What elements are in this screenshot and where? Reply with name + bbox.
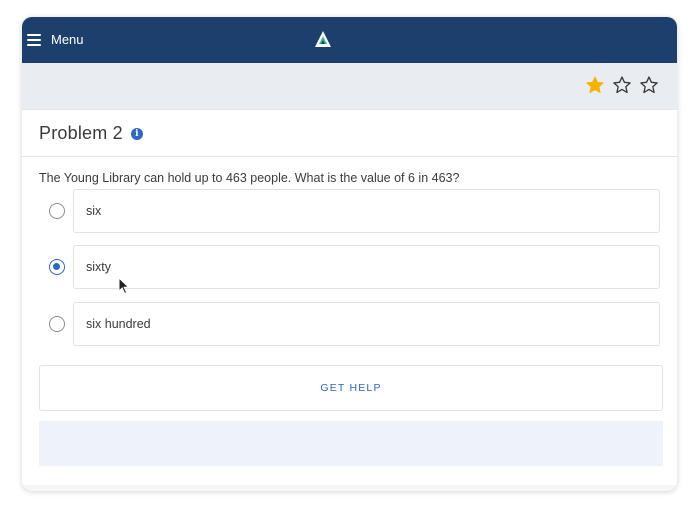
star-outline-icon[interactable] xyxy=(639,75,659,95)
radio-button-selected[interactable] xyxy=(49,259,65,275)
option-label: six hundred xyxy=(86,317,151,331)
question-text: The Young Library can hold up to 463 peo… xyxy=(39,171,460,185)
option-box[interactable]: sixty xyxy=(73,245,660,289)
get-help-button[interactable]: GET HELP xyxy=(39,365,663,411)
menu-label[interactable]: Menu xyxy=(51,32,84,47)
app-window: Menu Problem 2 i The Young Library can h… xyxy=(22,17,677,491)
info-icon[interactable]: i xyxy=(130,127,143,140)
star-filled-icon[interactable] xyxy=(585,75,605,95)
problem-title: Problem 2 xyxy=(39,123,123,143)
problem-header: Problem 2 i xyxy=(39,123,143,144)
option-box[interactable]: six xyxy=(73,189,660,233)
problem-card: Problem 2 i The Young Library can hold u… xyxy=(22,109,677,485)
option-label: sixty xyxy=(86,260,111,274)
hamburger-menu-icon[interactable] xyxy=(27,34,41,46)
answer-option-six[interactable]: six xyxy=(22,189,677,233)
mouse-cursor-icon xyxy=(118,277,130,295)
answer-option-six-hundred[interactable]: six hundred xyxy=(22,302,677,346)
app-logo-icon xyxy=(315,31,331,47)
radio-button[interactable] xyxy=(49,203,65,219)
hint-area xyxy=(39,421,663,466)
top-bar: Menu xyxy=(22,17,677,63)
star-rating xyxy=(585,75,659,95)
divider xyxy=(22,156,677,157)
radio-button[interactable] xyxy=(49,316,65,332)
star-outline-icon[interactable] xyxy=(612,75,632,95)
option-label: six xyxy=(86,204,102,218)
option-box[interactable]: six hundred xyxy=(73,302,660,346)
